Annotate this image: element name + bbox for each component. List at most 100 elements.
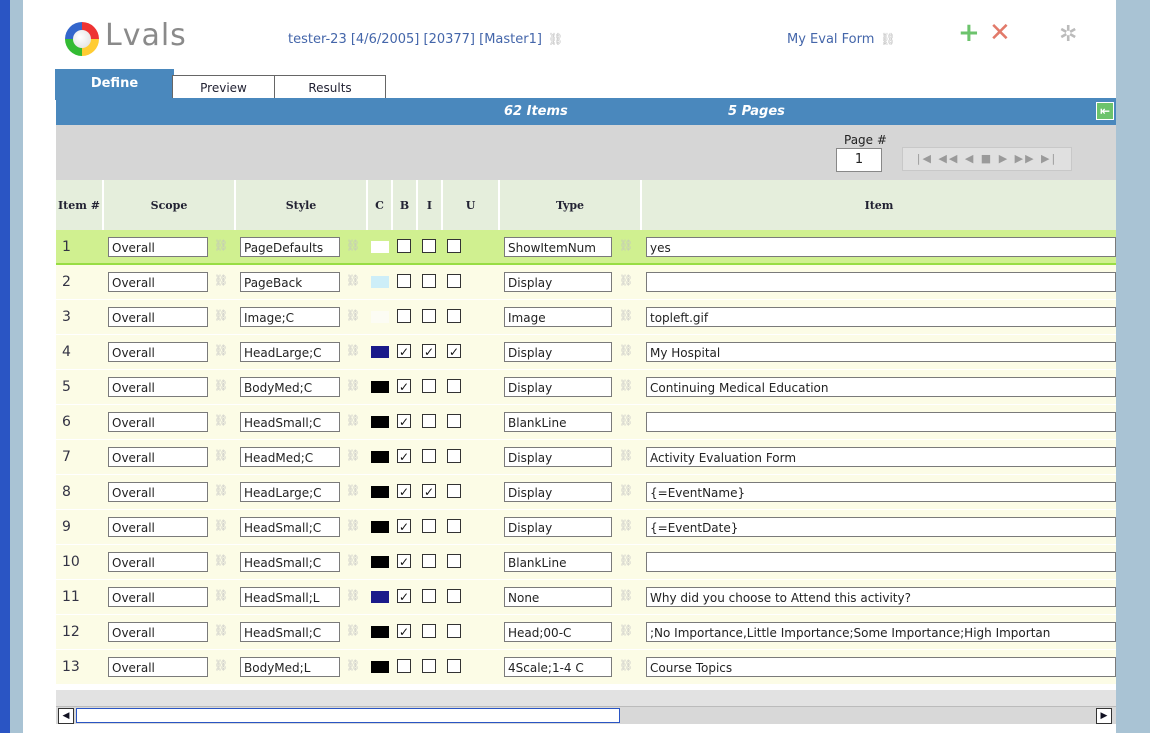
scope-lookup-icon[interactable]: ⛓ [214,659,228,672]
scroll-right-icon[interactable]: ▶ [1096,708,1112,724]
style-field[interactable]: Image;C [240,307,340,327]
style-field[interactable]: HeadLarge;C [240,482,340,502]
scope-field[interactable]: Overall [108,447,208,467]
underline-checkbox[interactable] [447,519,461,533]
color-swatch[interactable] [371,241,389,253]
bold-checkbox[interactable]: ✓ [397,414,411,429]
bold-checkbox[interactable] [397,274,411,288]
type-lookup-icon[interactable]: ⛓ [619,344,633,357]
style-lookup-icon[interactable]: ⛓ [346,274,360,287]
item-field[interactable]: Continuing Medical Education [646,377,1116,397]
italic-checkbox[interactable] [422,519,436,533]
scope-field[interactable]: Overall [108,517,208,537]
type-lookup-icon[interactable]: ⛓ [619,589,633,602]
item-field[interactable]: yes [646,237,1116,257]
bold-checkbox[interactable] [397,659,411,673]
italic-checkbox[interactable] [422,239,436,253]
color-swatch[interactable] [371,451,389,463]
color-swatch[interactable] [371,381,389,393]
tab-define[interactable]: Define [55,69,174,100]
underline-checkbox[interactable] [447,309,461,323]
page-nav-buttons[interactable]: |◀ ◀◀ ◀ ■ ▶ ▶▶ ▶| [902,147,1072,171]
italic-checkbox[interactable] [422,414,436,428]
table-row[interactable]: 9 Overall ⛓ HeadSmall;C ⛓ ✓ Display ⛓ {=EventDat… [56,510,1116,545]
type-field[interactable]: Display [504,272,612,292]
scope-lookup-icon[interactable]: ⛓ [214,414,228,427]
type-lookup-icon[interactable]: ⛓ [619,379,633,392]
scope-lookup-icon[interactable]: ⛓ [214,239,228,252]
style-lookup-icon[interactable]: ⛓ [346,659,360,672]
italic-checkbox[interactable] [422,554,436,568]
style-field[interactable]: HeadSmall;L [240,587,340,607]
type-lookup-icon[interactable]: ⛓ [619,274,633,287]
scope-field[interactable]: Overall [108,342,208,362]
scope-lookup-icon[interactable]: ⛓ [214,344,228,357]
style-field[interactable]: HeadSmall;C [240,412,340,432]
underline-checkbox[interactable] [447,449,461,463]
color-swatch[interactable] [371,521,389,533]
bold-checkbox[interactable] [397,239,411,253]
style-lookup-icon[interactable]: ⛓ [346,344,360,357]
table-row[interactable]: 8 Overall ⛓ HeadLarge;C ⛓ ✓ ✓ Display ⛓ {=EventNa… [56,475,1116,510]
scope-field[interactable]: Overall [108,237,208,257]
style-field[interactable]: BodyMed;C [240,377,340,397]
table-row[interactable]: 2 Overall ⛓ PageBack ⛓ Display ⛓ [56,265,1116,300]
scope-field[interactable]: Overall [108,307,208,327]
table-row[interactable]: 4 Overall ⛓ HeadLarge;C ⛓ ✓ ✓ ✓ Display ⛓ My Hospi… [56,335,1116,370]
delete-icon[interactable]: ✕ [989,18,1011,48]
item-field[interactable]: {=EventDate} [646,517,1116,537]
bold-checkbox[interactable]: ✓ [397,344,411,359]
scroll-left-icon[interactable]: ◀ [58,708,74,724]
style-lookup-icon[interactable]: ⛓ [346,414,360,427]
bold-checkbox[interactable]: ✓ [397,624,411,639]
scope-field[interactable]: Overall [108,377,208,397]
type-lookup-icon[interactable]: ⛓ [619,414,633,427]
table-row[interactable]: 1 Overall ⛓ PageDefaults ⛓ ShowItemNum ⛓ yes [56,230,1116,266]
underline-checkbox[interactable]: ✓ [447,344,461,359]
italic-checkbox[interactable]: ✓ [422,344,436,359]
color-swatch[interactable] [371,626,389,638]
table-row[interactable]: 12 Overall ⛓ HeadSmall;C ⛓ ✓ Head;00-C ⛓ ;No Imp… [56,615,1116,650]
scope-lookup-icon[interactable]: ⛓ [214,379,228,392]
bold-checkbox[interactable]: ✓ [397,589,411,604]
horizontal-scrollbar[interactable]: ◀ ▶ [56,706,1116,724]
table-row[interactable]: 5 Overall ⛓ BodyMed;C ⛓ ✓ Display ⛓ Continuing M… [56,370,1116,405]
type-lookup-icon[interactable]: ⛓ [619,309,633,322]
item-field[interactable] [646,272,1116,292]
item-field[interactable]: topleft.gif [646,307,1116,327]
style-lookup-icon[interactable]: ⛓ [346,484,360,497]
style-field[interactable]: HeadMed;C [240,447,340,467]
type-field[interactable]: Image [504,307,612,327]
item-field[interactable] [646,552,1116,572]
item-field[interactable]: My Hospital [646,342,1116,362]
item-field[interactable] [646,412,1116,432]
style-field[interactable]: HeadSmall;C [240,517,340,537]
underline-checkbox[interactable] [447,379,461,393]
color-swatch[interactable] [371,346,389,358]
scope-lookup-icon[interactable]: ⛓ [214,519,228,532]
scope-field[interactable]: Overall [108,482,208,502]
italic-checkbox[interactable]: ✓ [422,484,436,499]
style-field[interactable]: HeadSmall;C [240,622,340,642]
type-field[interactable]: Display [504,342,612,362]
bold-checkbox[interactable]: ✓ [397,379,411,394]
style-lookup-icon[interactable]: ⛓ [346,309,360,322]
page-number-input[interactable]: 1 [836,148,882,172]
tab-preview[interactable]: Preview [172,75,275,99]
scope-field[interactable]: Overall [108,657,208,677]
style-field[interactable]: BodyMed;L [240,657,340,677]
table-row[interactable]: 3 Overall ⛓ Image;C ⛓ Image ⛓ topleft.gif [56,300,1116,335]
item-field[interactable]: Course Topics [646,657,1116,677]
type-field[interactable]: Display [504,517,612,537]
table-row[interactable]: 7 Overall ⛓ HeadMed;C ⛓ ✓ Display ⛓ Activity Eva… [56,440,1116,475]
underline-checkbox[interactable] [447,589,461,603]
style-lookup-icon[interactable]: ⛓ [346,554,360,567]
underline-checkbox[interactable] [447,484,461,498]
bold-checkbox[interactable]: ✓ [397,484,411,499]
type-field[interactable]: 4Scale;1-4 C [504,657,612,677]
style-lookup-icon[interactable]: ⛓ [346,519,360,532]
italic-checkbox[interactable] [422,449,436,463]
underline-checkbox[interactable] [447,624,461,638]
style-lookup-icon[interactable]: ⛓ [346,379,360,392]
bold-checkbox[interactable] [397,309,411,323]
